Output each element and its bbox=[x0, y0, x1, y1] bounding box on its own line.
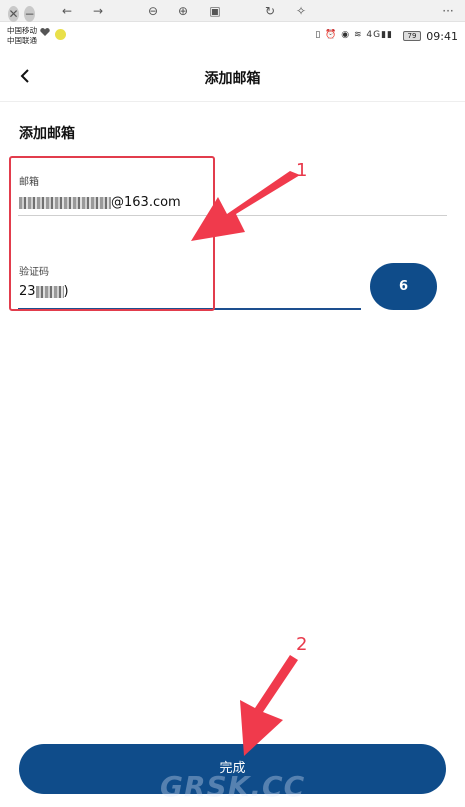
rotate-icon[interactable]: ↻ bbox=[263, 3, 277, 19]
nav-bar: 添加邮箱 bbox=[0, 52, 465, 102]
magic-wand-icon[interactable]: ✧ bbox=[294, 3, 308, 19]
network-label: 4G bbox=[366, 30, 382, 40]
status-time: 09:41 bbox=[426, 30, 458, 43]
system-status-icons: ▯ ⏰ ◉ ≋ 4G▮▮ bbox=[315, 30, 393, 40]
emoji-icon bbox=[55, 29, 66, 40]
battery-icon: 79 bbox=[403, 31, 421, 41]
annotation-arrows bbox=[191, 171, 300, 756]
forward-arrow-icon[interactable]: → bbox=[91, 3, 105, 19]
zoom-out-icon[interactable]: ⊖ bbox=[146, 3, 160, 19]
viewer-toolbar: ✕ − ← → ⊖ ⊕ ▣ ↻ ✧ ··· bbox=[0, 0, 465, 22]
annotation-number-2: 2 bbox=[296, 634, 308, 655]
carrier-info: 中国移动 中国联通 bbox=[7, 26, 37, 46]
send-code-button[interactable]: 6 bbox=[370, 263, 437, 310]
status-bar: 中国移动 中国联通 ▯ ⏰ ◉ ≋ 4G▮▮ 79 09:41 bbox=[0, 22, 465, 52]
more-icon[interactable]: ··· bbox=[440, 3, 456, 19]
annotation-highlight-box bbox=[9, 156, 215, 311]
zoom-in-icon[interactable]: ⊕ bbox=[176, 3, 190, 19]
annotation-number-1: 1 bbox=[296, 160, 308, 181]
done-button[interactable]: 完成 bbox=[19, 744, 446, 794]
heart-icon bbox=[40, 28, 50, 36]
carrier-1: 中国移动 bbox=[7, 26, 37, 35]
back-arrow-icon[interactable]: ← bbox=[60, 3, 74, 19]
minimize-icon[interactable]: − bbox=[24, 6, 35, 22]
carrier-2: 中国联通 bbox=[7, 36, 37, 45]
page-title: 添加邮箱 bbox=[204, 71, 261, 87]
close-icon[interactable]: ✕ bbox=[8, 6, 19, 22]
section-title: 添加邮箱 bbox=[19, 126, 75, 142]
annotation-arrow-2 bbox=[240, 655, 298, 756]
fit-icon[interactable]: ▣ bbox=[208, 3, 222, 19]
